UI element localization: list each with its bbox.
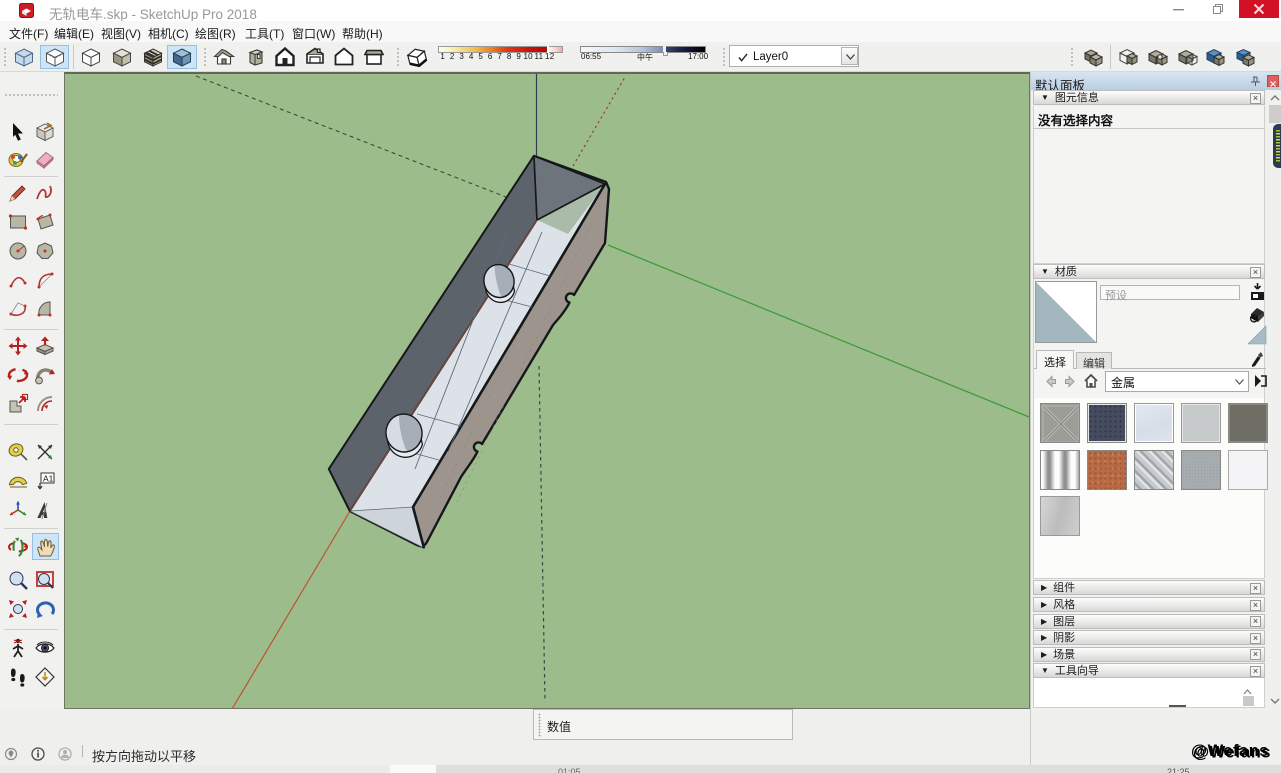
svg-text:A1: A1 (43, 474, 54, 484)
